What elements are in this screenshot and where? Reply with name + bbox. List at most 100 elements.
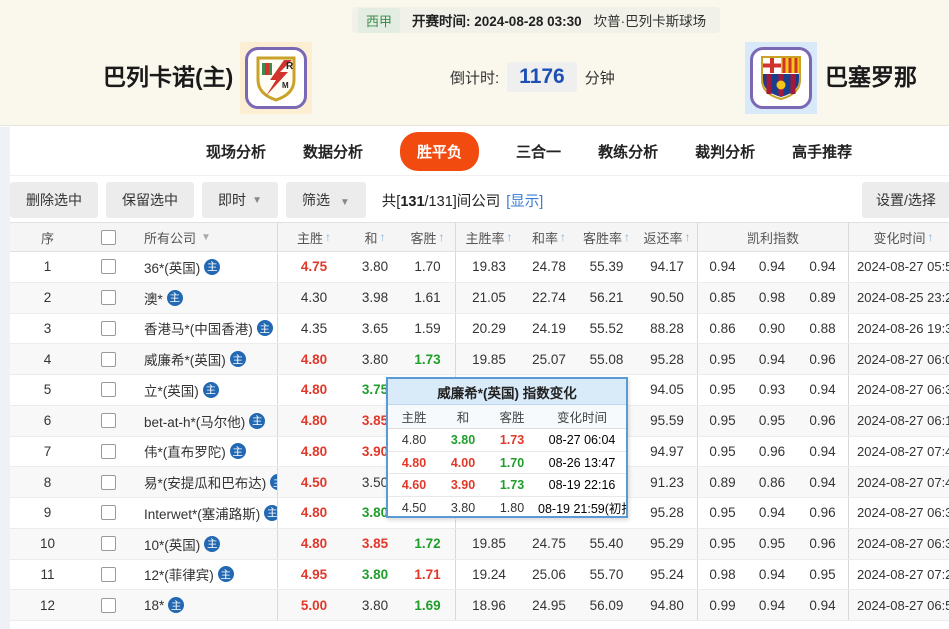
delete-selected-button[interactable]: 删除选中 bbox=[10, 182, 98, 218]
filter-button[interactable]: 筛选 ▼ bbox=[286, 182, 366, 218]
row-checkbox[interactable] bbox=[101, 444, 116, 459]
tab-教练分析[interactable]: 教练分析 bbox=[598, 141, 658, 162]
settings-button[interactable]: 设置/选择 bbox=[862, 182, 949, 218]
row-checkbox[interactable] bbox=[101, 321, 116, 336]
table-row bbox=[10, 621, 949, 629]
away-win-odds[interactable]: 1.61 bbox=[400, 283, 455, 313]
popup-away-win: 1.70 bbox=[486, 456, 538, 470]
header-away-rate[interactable]: 客胜率↑ bbox=[576, 223, 637, 251]
draw-odds[interactable]: 3.80 bbox=[350, 252, 400, 282]
row-checkbox[interactable] bbox=[101, 352, 116, 367]
away-win-odds[interactable]: 1.71 bbox=[400, 560, 455, 590]
row-seq: 11 bbox=[10, 560, 85, 590]
tab-高手推荐[interactable]: 高手推荐 bbox=[792, 141, 852, 162]
company-cell[interactable]: 澳*主 bbox=[132, 283, 277, 313]
away-win-odds[interactable]: 1.69 bbox=[400, 590, 455, 620]
tab-三合一[interactable]: 三合一 bbox=[516, 141, 561, 162]
company-cell[interactable]: bet-at-h*(马尔他)主 bbox=[132, 406, 277, 436]
home-win-odds[interactable]: 4.80 bbox=[277, 375, 350, 405]
popup-row: 4.803.801.7308-27 06:04 bbox=[388, 429, 626, 452]
home-team-crest-icon: R M bbox=[245, 47, 307, 109]
tab-现场分析[interactable]: 现场分析 bbox=[206, 141, 266, 162]
row-checkbox[interactable] bbox=[101, 382, 116, 397]
keep-selected-button[interactable]: 保留选中 bbox=[106, 182, 194, 218]
draw-odds[interactable]: 3.65 bbox=[350, 314, 400, 344]
header-home-win[interactable]: 主胜↑ bbox=[277, 223, 350, 251]
home-win-odds[interactable]: 4.30 bbox=[277, 283, 350, 313]
change-time: 2024-08-27 06:39 bbox=[848, 529, 949, 559]
return-rate: 90.50 bbox=[637, 283, 697, 313]
company-cell[interactable]: 18*主 bbox=[132, 590, 277, 620]
row-checkbox[interactable] bbox=[101, 598, 116, 613]
popup-row: 4.603.901.7308-19 22:16 bbox=[388, 474, 626, 497]
header-draw-rate[interactable]: 和率↑ bbox=[522, 223, 576, 251]
popup-draw: 4.00 bbox=[440, 456, 486, 470]
draw-odds[interactable]: 3.80 bbox=[350, 590, 400, 620]
away-win-odds[interactable]: 1.72 bbox=[400, 529, 455, 559]
home-win-odds[interactable]: 4.80 bbox=[277, 498, 350, 528]
draw-odds[interactable]: 3.85 bbox=[350, 529, 400, 559]
draw-odds[interactable]: 3.80 bbox=[350, 560, 400, 590]
kelly-index: 0.88 bbox=[797, 314, 848, 344]
away-win-odds[interactable]: 1.59 bbox=[400, 314, 455, 344]
row-checkbox[interactable] bbox=[101, 413, 116, 428]
header-select-all[interactable] bbox=[85, 223, 132, 251]
popup-title: 威廉希*(英国) 指数变化 bbox=[388, 379, 626, 405]
tab-数据分析[interactable]: 数据分析 bbox=[303, 141, 363, 162]
company-cell[interactable]: 立*(英国)主 bbox=[132, 375, 277, 405]
home-win-odds[interactable]: 4.95 bbox=[277, 560, 350, 590]
company-name: 易*(安提瓜和巴布达) bbox=[144, 472, 266, 492]
return-rate: 95.28 bbox=[637, 344, 697, 374]
tab-胜平负[interactable]: 胜平负 bbox=[400, 132, 479, 171]
header-home-rate[interactable]: 主胜率↑ bbox=[455, 223, 522, 251]
company-cell[interactable]: Interwet*(塞浦路斯)主 bbox=[132, 498, 277, 528]
return-rate: 94.97 bbox=[637, 437, 697, 467]
header-draw[interactable]: 和↑ bbox=[350, 223, 400, 251]
kelly-index: 0.95 bbox=[797, 560, 848, 590]
row-select-cell bbox=[85, 467, 132, 497]
header-company[interactable]: 所有公司 ▼ bbox=[132, 223, 277, 251]
row-seq: 5 bbox=[10, 375, 85, 405]
company-cell[interactable]: 12*(菲律宾)主 bbox=[132, 560, 277, 590]
draw-odds[interactable]: 3.80 bbox=[350, 344, 400, 374]
home-win-odds[interactable]: 4.80 bbox=[277, 437, 350, 467]
header-return-rate[interactable]: 返还率↑ bbox=[637, 223, 697, 251]
home-win-odds[interactable]: 4.50 bbox=[277, 467, 350, 497]
header-away-win[interactable]: 客胜↑ bbox=[400, 223, 455, 251]
row-checkbox[interactable] bbox=[101, 505, 116, 520]
home-win-odds[interactable]: 4.80 bbox=[277, 344, 350, 374]
header-change-time[interactable]: 变化时间↑ bbox=[848, 223, 949, 251]
away-win-odds[interactable]: 1.70 bbox=[400, 252, 455, 282]
company-cell[interactable]: 伟*(直布罗陀)主 bbox=[132, 437, 277, 467]
home-win-odds[interactable]: 5.00 bbox=[277, 590, 350, 620]
kelly-index: 0.96 bbox=[797, 406, 848, 436]
row-checkbox[interactable] bbox=[101, 536, 116, 551]
company-cell[interactable]: 36*(英国)主 bbox=[132, 252, 277, 282]
company-cell[interactable]: 10*(英国)主 bbox=[132, 529, 277, 559]
instant-dropdown[interactable]: 即时 ▼ bbox=[202, 182, 278, 218]
home-win-odds[interactable]: 4.80 bbox=[277, 406, 350, 436]
show-link[interactable]: [显示] bbox=[506, 190, 543, 211]
company-cell[interactable]: 威廉希*(英国)主 bbox=[132, 344, 277, 374]
away-win-odds[interactable]: 1.73 bbox=[400, 344, 455, 374]
home-win-odds[interactable]: 4.35 bbox=[277, 314, 350, 344]
table-row: 3香港马*(中国香港)主4.353.651.5920.2924.1955.528… bbox=[10, 314, 949, 345]
company-cell[interactable]: 易*(安提瓜和巴布达)主 bbox=[132, 467, 277, 497]
row-checkbox[interactable] bbox=[101, 475, 116, 490]
draw-odds[interactable]: 3.98 bbox=[350, 283, 400, 313]
svg-text:M: M bbox=[282, 81, 289, 90]
header-company-label: 所有公司 bbox=[144, 228, 196, 247]
home-win-odds[interactable]: 4.80 bbox=[277, 529, 350, 559]
row-checkbox[interactable] bbox=[101, 290, 116, 305]
home-win-odds[interactable]: 4.75 bbox=[277, 252, 350, 282]
draw-rate: 22.74 bbox=[522, 283, 576, 313]
away-team-logo bbox=[745, 42, 817, 114]
select-all-checkbox[interactable] bbox=[101, 230, 116, 245]
change-time: 2024-08-27 06:05 bbox=[848, 344, 949, 374]
company-cell[interactable]: 香港马*(中国香港)主 bbox=[132, 314, 277, 344]
company-name: 伟*(直布罗陀) bbox=[144, 441, 226, 461]
tab-裁判分析[interactable]: 裁判分析 bbox=[695, 141, 755, 162]
row-checkbox[interactable] bbox=[101, 259, 116, 274]
row-checkbox[interactable] bbox=[101, 567, 116, 582]
header-seq[interactable]: 序 bbox=[10, 223, 85, 251]
